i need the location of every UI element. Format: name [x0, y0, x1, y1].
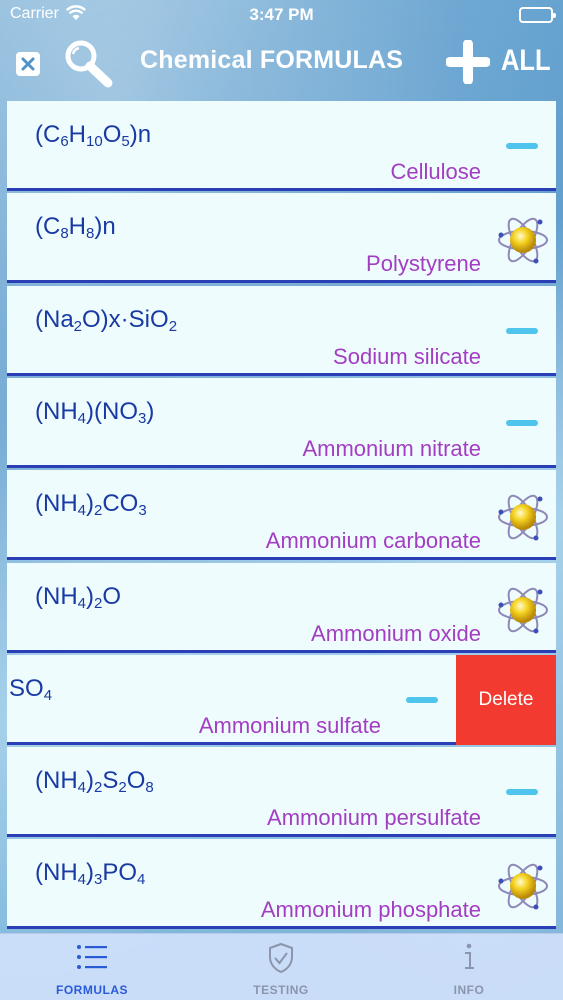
formula-part: (Na: [35, 306, 74, 333]
formula-text: (C8H8)n: [35, 213, 116, 242]
minus-icon[interactable]: [506, 328, 538, 334]
formula-part: (C: [35, 121, 61, 148]
formula-text: (C6H10O5)n: [35, 121, 151, 150]
formula-part: O)x·SiO: [82, 306, 169, 333]
atom-icon[interactable]: [496, 583, 550, 637]
list-item[interactable]: (Na2O)x·SiO2 Sodium silicate: [7, 286, 556, 376]
formula-part: PO: [102, 859, 138, 886]
formula-subscript: 5: [121, 133, 130, 150]
formula-part: )n: [94, 213, 116, 240]
list-item[interactable]: (NH4)2CO3 Ammonium carbonate: [7, 470, 556, 560]
formula-text: SO4: [9, 675, 52, 704]
minus-icon[interactable]: [406, 697, 438, 703]
formula-part: ): [86, 859, 94, 886]
compound-name: Ammonium phosphate: [260, 897, 481, 922]
compound-name: Ammonium sulfate: [198, 713, 381, 738]
formula-part: O: [126, 767, 146, 794]
compound-name: Sodium silicate: [333, 344, 481, 369]
plus-icon[interactable]: [445, 39, 491, 85]
formula-part: ): [86, 583, 94, 610]
nav-bar: Chemical FORMULAS ALL: [0, 30, 563, 96]
formula-subscript: 4: [77, 502, 86, 519]
formula-part: S: [102, 767, 119, 794]
formula-text: (NH4)2O: [35, 583, 121, 612]
close-icon[interactable]: [16, 52, 40, 76]
list-item[interactable]: (C6H10O5)n Cellulose: [7, 101, 556, 191]
formula-subscript: 8: [60, 225, 69, 242]
formula-part: SO: [9, 675, 44, 702]
formula-part: (C: [35, 213, 61, 240]
formula-part: (NH: [35, 767, 78, 794]
tab-info[interactable]: INFO: [399, 934, 539, 1000]
formula-part: (NH: [35, 583, 78, 610]
formula-part: ): [86, 767, 94, 794]
formula-part: O: [102, 121, 122, 148]
formula-list[interactable]: (C6H10O5)n Cellulose (C8H8)n Polystyrene (N…: [7, 101, 556, 931]
compound-name: Ammonium nitrate: [302, 436, 481, 461]
tab-label: TESTING: [253, 983, 309, 997]
delete-button[interactable]: Delete: [456, 655, 556, 745]
formula-subscript: 2: [168, 318, 178, 335]
formula-subscript: 3: [138, 502, 147, 519]
formula-part: ): [146, 398, 155, 425]
compound-name: Cellulose: [390, 159, 482, 184]
formula-part: O: [102, 583, 122, 610]
formula-subscript: 4: [77, 410, 86, 427]
status-bar: Carrier 3:47 PM: [0, 0, 563, 30]
formula-subscript: 4: [77, 871, 86, 888]
formula-part: (NH: [35, 859, 78, 886]
compound-name: Polystyrene: [366, 251, 481, 276]
formula-part: ): [86, 490, 94, 517]
formula-subscript: 4: [77, 779, 86, 796]
formula-part: )(NO: [86, 398, 138, 425]
formula-part: (NH: [35, 490, 78, 517]
list-item[interactable]: (NH4)(NO3) Ammonium nitrate: [7, 378, 556, 468]
tab-testing[interactable]: TESTING: [211, 934, 351, 1000]
tab-bar: FORMULAS TESTING INFO: [0, 933, 563, 1000]
list-item[interactable]: (C8H8)n Polystyrene: [7, 193, 556, 283]
formula-text: (NH4)(NO3): [35, 398, 154, 427]
formula-part: H: [68, 213, 87, 240]
formula-subscript: 6: [60, 133, 69, 150]
compound-name: Ammonium oxide: [311, 621, 481, 646]
tab-label: INFO: [453, 983, 485, 997]
compound-name: Ammonium carbonate: [265, 528, 481, 553]
list-item[interactable]: (NH4)2O Ammonium oxide: [7, 563, 556, 653]
formula-text: (NH4)2CO3: [35, 490, 147, 519]
all-button[interactable]: ALL: [501, 44, 551, 78]
formula-text: (Na2O)x·SiO2: [35, 306, 177, 335]
formula-subscript: 4: [43, 687, 53, 704]
compound-name: Ammonium persulfate: [267, 805, 481, 830]
formula-part: )n: [129, 121, 152, 148]
info-icon: [461, 942, 477, 977]
minus-icon[interactable]: [506, 143, 538, 149]
formula-subscript: 4: [137, 871, 146, 888]
battery-icon: [519, 7, 556, 23]
tab-label: FORMULAS: [56, 983, 128, 997]
magnifier-icon[interactable]: [62, 38, 114, 88]
formula-part: (NH: [35, 398, 78, 425]
formula-text: (NH4)2S2O8: [35, 767, 154, 796]
minus-icon[interactable]: [506, 789, 538, 795]
atom-icon[interactable]: [496, 859, 550, 913]
clock: 3:47 PM: [249, 5, 314, 24]
formula-subscript: 8: [145, 779, 154, 796]
minus-icon[interactable]: [506, 420, 538, 426]
formula-subscript: 4: [77, 595, 86, 612]
shield-check-icon: [267, 942, 295, 979]
atom-icon[interactable]: [496, 490, 550, 544]
list-item[interactable]: (NH4)3PO4 Ammonium phosphate: [7, 839, 556, 929]
list-item[interactable]: SO4 Ammonium sulfate Delete: [7, 655, 556, 745]
formula-subscript: 10: [86, 133, 103, 150]
formula-subscript: 2: [118, 779, 127, 796]
list-item[interactable]: (NH4)2S2O8 Ammonium persulfate: [7, 747, 556, 837]
formula-part: H: [68, 121, 87, 148]
tab-formulas[interactable]: FORMULAS: [22, 934, 162, 1000]
list-icon: [76, 942, 108, 977]
formula-subscript: 2: [73, 318, 83, 335]
atom-icon[interactable]: [496, 213, 550, 267]
formula-part: CO: [102, 490, 139, 517]
formula-text: (NH4)3PO4: [35, 859, 145, 888]
page-title: Chemical FORMULAS: [140, 46, 404, 74]
